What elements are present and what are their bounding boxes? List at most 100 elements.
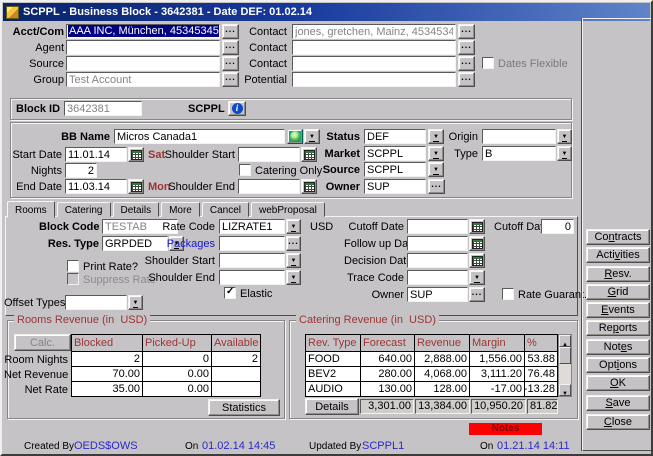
start-date-field[interactable] [65, 147, 127, 162]
titlebar[interactable]: SCPPL - Business Block - 3642381 - Date … [3, 3, 650, 21]
contact1-lookup-button[interactable] [458, 24, 475, 39]
total-revenue: 13,384.00 [415, 399, 470, 414]
market-field[interactable] [364, 146, 426, 161]
origin-field[interactable] [482, 129, 556, 144]
contact3-label: Contact [227, 58, 287, 70]
contact2-lookup-button[interactable] [458, 40, 475, 55]
contracts-button[interactable]: Contracts [586, 229, 650, 245]
contact3-lookup-button[interactable] [458, 56, 475, 71]
origin-lov-button[interactable] [557, 129, 572, 144]
tab-webproposal[interactable]: webProposal [251, 202, 325, 217]
bb-source-field[interactable] [364, 162, 426, 177]
tab-rooms[interactable]: Rooms [7, 201, 55, 218]
shoulder-start-label: Shoulder Start [162, 149, 235, 161]
rate-code-lov-button[interactable] [286, 219, 301, 234]
tab-details[interactable]: Details [113, 202, 160, 217]
tab-more[interactable]: More [161, 202, 200, 217]
events-button[interactable]: Events [586, 302, 650, 318]
status-field[interactable] [364, 129, 426, 144]
property-info-button[interactable] [228, 101, 246, 116]
scrollbar-thumb[interactable] [559, 347, 571, 364]
created-on-value: 01.02.14 14:45 [202, 440, 275, 452]
table-cell: 128.00 [415, 382, 470, 397]
tab-catering[interactable]: Catering [57, 202, 111, 217]
dates-flexible-checkbox[interactable] [482, 57, 494, 69]
scroll-up-icon[interactable] [559, 335, 571, 347]
packages-link[interactable]: Packages [155, 238, 215, 250]
shoulder-end-field[interactable] [238, 179, 300, 194]
tab-owner-field[interactable] [407, 287, 468, 302]
tab-shoulder-start-lov-button[interactable] [286, 253, 301, 268]
bb-name-language-button[interactable] [287, 129, 303, 144]
decision-date-calendar-button[interactable] [469, 253, 485, 268]
save-button[interactable]: Save [586, 395, 650, 411]
bb-source-lov-button[interactable] [428, 162, 444, 177]
row-label: Room Nights [4, 354, 68, 366]
cutoff-date-field[interactable] [407, 219, 468, 234]
statistics-button[interactable]: Statistics [208, 399, 280, 416]
contact3-field[interactable] [292, 56, 456, 71]
close-button[interactable]: Close [586, 414, 650, 430]
tab-shoulder-end-lov-button[interactable] [286, 270, 301, 285]
offset-types-lov-button[interactable] [128, 295, 143, 310]
grid-button[interactable]: Grid [586, 284, 650, 300]
source-field[interactable] [66, 56, 220, 71]
shoulder-start-field[interactable] [238, 147, 300, 162]
ellipsis-icon [472, 289, 483, 301]
details-button[interactable]: Details [305, 398, 359, 415]
window-title: SCPPL - Business Block - 3642381 - Date … [23, 6, 312, 18]
tab-shoulder-start-field[interactable] [219, 253, 285, 268]
potential-field[interactable] [292, 72, 456, 87]
trace-code-field[interactable] [407, 270, 468, 285]
table-cell: 640.00 [361, 352, 415, 367]
options-button[interactable]: Options [586, 357, 650, 373]
reports-button[interactable]: Reports [586, 320, 650, 336]
table-cell: FOOD [306, 352, 361, 367]
rate-code-field[interactable] [219, 219, 285, 234]
acct-com-field[interactable]: AAA INC, München, 45345345 [66, 24, 220, 39]
follow-up-calendar-button[interactable] [469, 236, 485, 251]
bb-owner-field[interactable] [364, 179, 426, 194]
table-cell: 35.00 [72, 382, 143, 397]
contact2-field[interactable] [292, 40, 456, 55]
decision-date-field[interactable] [407, 253, 468, 268]
follow-up-date-field[interactable] [407, 236, 468, 251]
shoulder-start-calendar-button[interactable] [301, 147, 317, 162]
print-rate-checkbox[interactable] [67, 260, 79, 272]
dropdown-arrow-icon [291, 222, 297, 232]
ellipsis-icon [461, 26, 472, 38]
elastic-checkbox[interactable] [224, 287, 236, 299]
catering-only-checkbox[interactable] [239, 164, 251, 176]
tab-shoulder-end-field[interactable] [219, 270, 285, 285]
ok-button[interactable]: OK [586, 375, 650, 391]
packages-lookup-button[interactable] [286, 236, 301, 251]
end-date-label: End Date [4, 181, 62, 193]
scroll-down-icon[interactable] [559, 384, 571, 396]
offset-types-field[interactable] [65, 295, 127, 310]
rate-guarant-checkbox[interactable] [502, 288, 514, 300]
resv-button[interactable]: Resv. [586, 266, 650, 282]
cutoff-days-label: Cutoff Days [494, 221, 538, 233]
activities-button[interactable]: Activities [586, 247, 650, 263]
packages-field[interactable] [219, 236, 285, 251]
type-field[interactable] [482, 146, 556, 161]
agent-field[interactable] [66, 40, 220, 55]
type-lov-button[interactable] [557, 146, 572, 161]
bb-owner-lookup-button[interactable] [428, 179, 445, 194]
nights-field[interactable] [65, 163, 97, 178]
notes-button[interactable]: Notes [586, 339, 650, 355]
bb-name-field[interactable] [114, 129, 285, 144]
cutoff-days-field[interactable] [541, 219, 574, 234]
end-date-calendar-button[interactable] [128, 179, 144, 194]
shoulder-end-calendar-button[interactable] [301, 179, 317, 194]
catering-table-scrollbar[interactable] [558, 334, 572, 397]
end-date-field[interactable] [65, 179, 127, 194]
tab-cancel[interactable]: Cancel [202, 202, 249, 217]
trace-code-lov-button[interactable] [469, 270, 485, 285]
agent-label: Agent [4, 42, 64, 54]
market-label: Market [318, 148, 360, 160]
tab-owner-lookup-button[interactable] [469, 287, 485, 302]
potential-lookup-button[interactable] [458, 72, 475, 87]
cutoff-date-calendar-button[interactable] [469, 219, 485, 234]
start-date-calendar-button[interactable] [128, 147, 144, 162]
